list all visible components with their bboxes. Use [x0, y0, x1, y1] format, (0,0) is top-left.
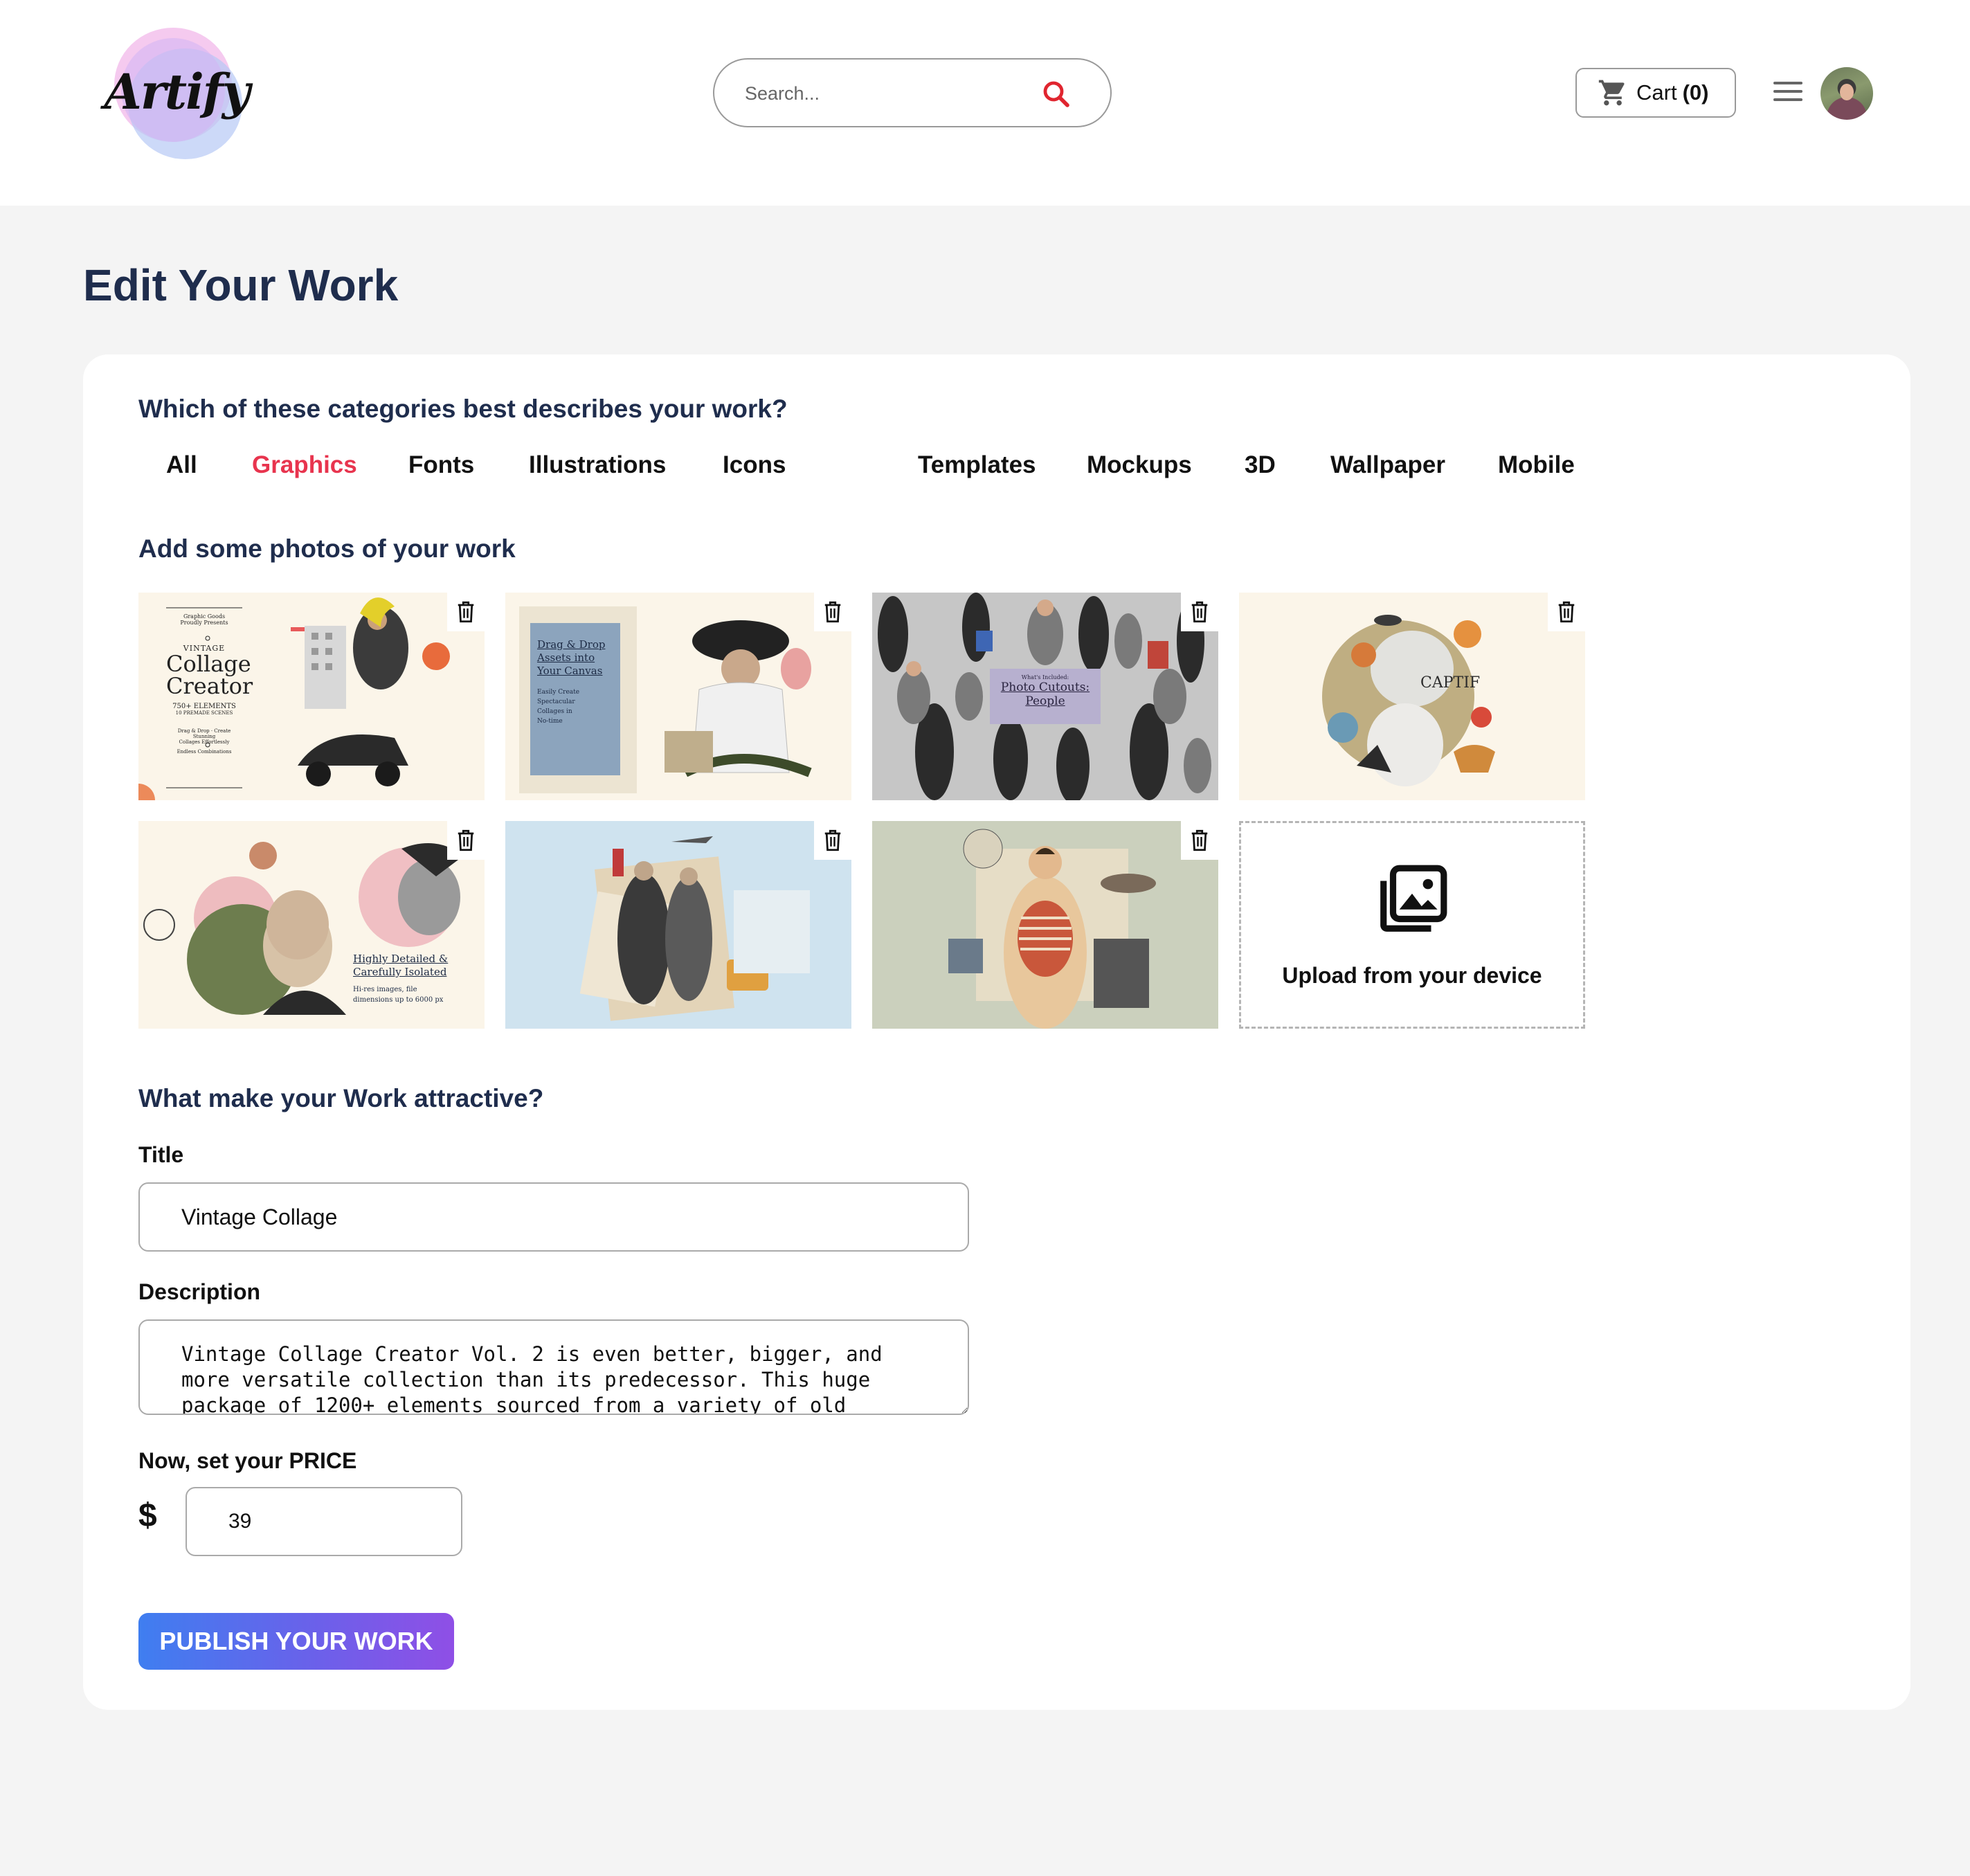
- upload-label: Upload from your device: [1282, 962, 1542, 988]
- cart-button[interactable]: Cart (0): [1575, 68, 1736, 118]
- people-cutouts-text: What's Included: Photo Cutouts: People: [990, 674, 1101, 708]
- cover-line: Endless Combinations: [177, 749, 232, 755]
- image-caption: People: [1025, 694, 1065, 708]
- search-icon[interactable]: [1040, 78, 1073, 111]
- cover-line: 10 PREMADE SCENES: [175, 710, 233, 716]
- description-textarea[interactable]: Vintage Collage Creator Vol. 2 is even b…: [138, 1319, 969, 1415]
- trash-icon: [1191, 829, 1208, 851]
- work-photo-3[interactable]: What's Included: Photo Cutouts: People: [872, 593, 1218, 800]
- category-tab-wallpaper[interactable]: Wallpaper: [1330, 451, 1445, 479]
- drag-drop-text: Drag & Drop Assets into Your Canvas Easi…: [537, 638, 613, 726]
- logo-wordmark: Artify: [104, 63, 251, 120]
- photo-gallery-icon: [1380, 865, 1447, 932]
- trash-icon: [1558, 601, 1575, 623]
- cover-line: Drag & Drop · Create Stunning: [177, 728, 231, 739]
- image-caption: Your Canvas: [537, 665, 603, 677]
- category-tab-fonts[interactable]: Fonts: [408, 451, 474, 479]
- anatomy-collage-image: [948, 829, 1156, 1029]
- statue-collage-image: [1322, 615, 1495, 786]
- category-tab-3d[interactable]: 3D: [1245, 451, 1276, 479]
- title-input[interactable]: [138, 1182, 969, 1252]
- delete-photo-3-button[interactable]: [1181, 593, 1218, 631]
- work-photo-1[interactable]: Graphic Goods Proudly Presents VINTAGE C…: [138, 593, 485, 800]
- publish-work-button[interactable]: PUBLISH YOUR WORK: [138, 1613, 454, 1670]
- image-caption: Drag & Drop: [537, 638, 606, 651]
- image-caption: dimensions up to 6000 px: [353, 996, 444, 1004]
- cart-label: Cart: [1636, 80, 1677, 105]
- cover-line: Collages Effortlessly: [179, 739, 230, 745]
- image-caption: Hi-res images, file: [353, 986, 417, 993]
- delete-photo-2-button[interactable]: [814, 593, 851, 631]
- page-title: Edit Your Work: [83, 260, 399, 310]
- delete-photo-7-button[interactable]: [1181, 821, 1218, 860]
- work-photo-4[interactable]: CAPTIF: [1239, 593, 1585, 800]
- search-input[interactable]: [745, 78, 1036, 109]
- image-caption: No-time: [537, 718, 563, 725]
- cover-title: Creator: [166, 673, 253, 699]
- search-bar[interactable]: [713, 58, 1112, 127]
- edit-work-card: Which of these categories best describes…: [83, 354, 1910, 1710]
- category-tab-illustrations[interactable]: Illustrations: [529, 451, 666, 479]
- delete-photo-6-button[interactable]: [814, 821, 851, 860]
- cover-line: Graphic Goods: [183, 613, 226, 620]
- delete-photo-5-button[interactable]: [447, 821, 485, 860]
- title-label: Title: [138, 1142, 184, 1167]
- top-header: Artify Cart (0): [0, 0, 1970, 206]
- image-caption: Photo Cutouts:: [1000, 680, 1090, 694]
- image-caption: Spectacular: [537, 698, 575, 705]
- hamburger-menu-icon[interactable]: [1773, 82, 1802, 105]
- work-photo-6[interactable]: [505, 821, 851, 1029]
- cover-line: Proudly Presents: [180, 620, 228, 626]
- work-photo-2[interactable]: Drag & Drop Assets into Your Canvas Easi…: [505, 593, 851, 800]
- image-caption: Assets into: [537, 651, 595, 664]
- user-avatar[interactable]: [1820, 67, 1873, 120]
- currency-symbol: $: [138, 1497, 157, 1534]
- cart-count: (0): [1682, 80, 1709, 105]
- cover-title: Collage: [166, 651, 251, 677]
- artify-logo[interactable]: Artify: [104, 21, 251, 163]
- avatar-face: [1840, 84, 1854, 100]
- vintage-couple-image: [579, 836, 810, 1021]
- category-tab-templates[interactable]: Templates: [918, 451, 1036, 479]
- trash-icon: [824, 601, 841, 623]
- trash-icon: [1191, 601, 1208, 623]
- shopping-cart-icon: [1598, 80, 1625, 106]
- category-tab-mobile[interactable]: Mobile: [1498, 451, 1575, 479]
- trash-icon: [458, 829, 474, 851]
- category-tab-mockups[interactable]: Mockups: [1087, 451, 1192, 479]
- image-caption: Highly Detailed &: [353, 953, 449, 965]
- price-input[interactable]: [186, 1487, 462, 1556]
- description-label: Description: [138, 1279, 261, 1304]
- category-tab-all[interactable]: All: [166, 451, 197, 479]
- work-photo-5[interactable]: Highly Detailed & Carefully Isolated Hi-…: [138, 821, 485, 1029]
- category-question: Which of these categories best describes…: [138, 395, 788, 423]
- upload-photo-button[interactable]: Upload from your device: [1239, 821, 1585, 1029]
- trash-icon: [458, 601, 474, 623]
- image-caption: CAPTIF: [1420, 674, 1481, 692]
- category-tab-icons[interactable]: Icons: [723, 451, 786, 479]
- work-photo-7[interactable]: [872, 821, 1218, 1029]
- image-caption: What's Included:: [1021, 674, 1069, 680]
- trash-icon: [824, 829, 841, 851]
- cover-text-block: Graphic Goods Proudly Presents VINTAGE C…: [166, 613, 253, 755]
- category-tab-graphics[interactable]: Graphics: [252, 451, 357, 479]
- details-heading: What make your Work attractive?: [138, 1084, 544, 1112]
- detailed-text: Highly Detailed & Carefully Isolated Hi-…: [353, 953, 448, 1005]
- delete-photo-1-button[interactable]: [447, 593, 485, 631]
- image-caption: Collages in: [537, 708, 572, 715]
- image-caption: Carefully Isolated: [353, 966, 447, 978]
- photos-heading: Add some photos of your work: [138, 534, 516, 563]
- delete-photo-4-button[interactable]: [1548, 593, 1585, 631]
- cover-line: 750+ ELEMENTS: [172, 703, 236, 710]
- price-label: Now, set your PRICE: [138, 1448, 357, 1473]
- image-caption: Easily Create: [537, 689, 580, 696]
